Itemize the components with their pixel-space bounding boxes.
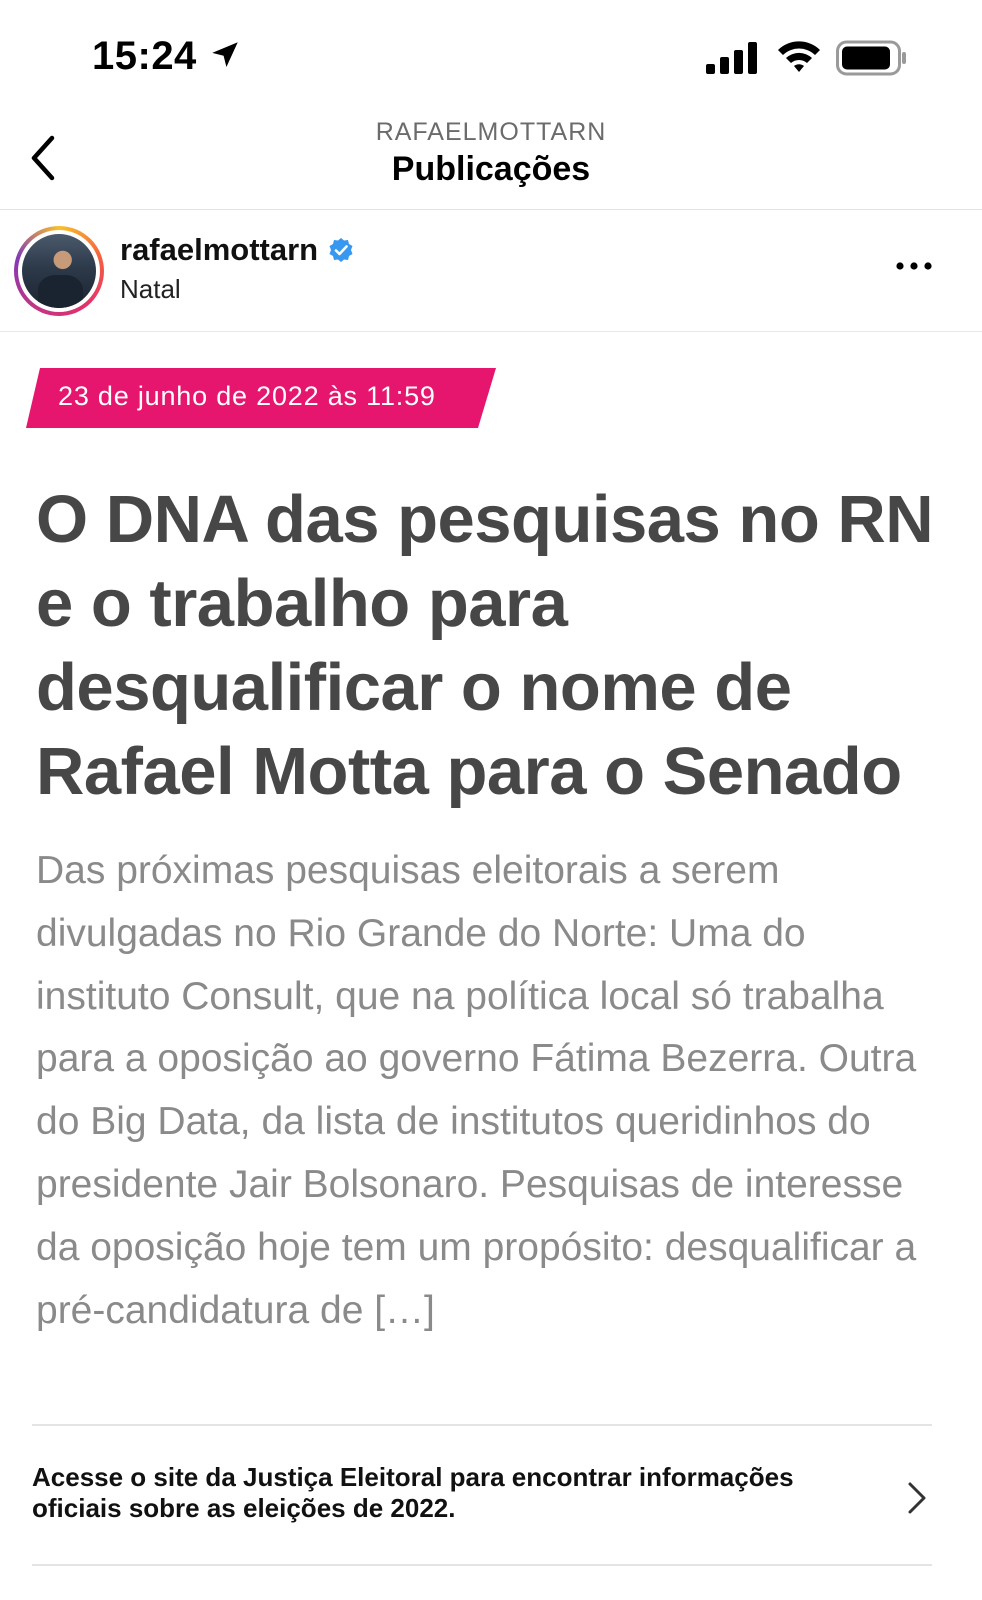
ellipsis-icon[interactable] <box>892 256 936 276</box>
election-info-banner[interactable]: Acesse o site da Justiça Eleitoral para … <box>0 1426 982 1566</box>
avatar-photo <box>22 234 96 308</box>
nav-header: RAFAELMOTTARN Publicações <box>0 110 982 210</box>
post-location[interactable]: Natal <box>120 274 181 305</box>
avatar[interactable] <box>14 226 104 316</box>
post-header: rafaelmottarn Natal <box>0 212 982 332</box>
post-headline: O DNA das pesquisas no RN e o trabalho p… <box>36 482 934 809</box>
post-excerpt: Das próximas pesquisas eleitorais a sere… <box>36 849 917 1332</box>
username-row: rafaelmottarn <box>120 232 354 268</box>
election-info-text: Acesse o site da Justiça Eleitoral para … <box>32 1462 794 1523</box>
status-bar: 15:24 <box>0 0 982 110</box>
page-title: Publicações <box>391 150 591 188</box>
cellular-signal-icon <box>706 42 757 74</box>
date-tag-text: 23 de junho de 2022 às 11:59 <box>58 381 436 411</box>
wifi-icon <box>778 41 820 72</box>
account-name-caps: RAFAELMOTTARN <box>375 118 607 146</box>
status-time: 15:24 <box>92 34 197 78</box>
username[interactable]: rafaelmottarn <box>120 232 318 268</box>
divider <box>32 1564 932 1566</box>
chevron-right-icon <box>908 1482 926 1514</box>
verified-badge-icon <box>329 238 353 262</box>
battery-icon <box>836 40 906 76</box>
location-arrow-icon <box>212 42 238 68</box>
